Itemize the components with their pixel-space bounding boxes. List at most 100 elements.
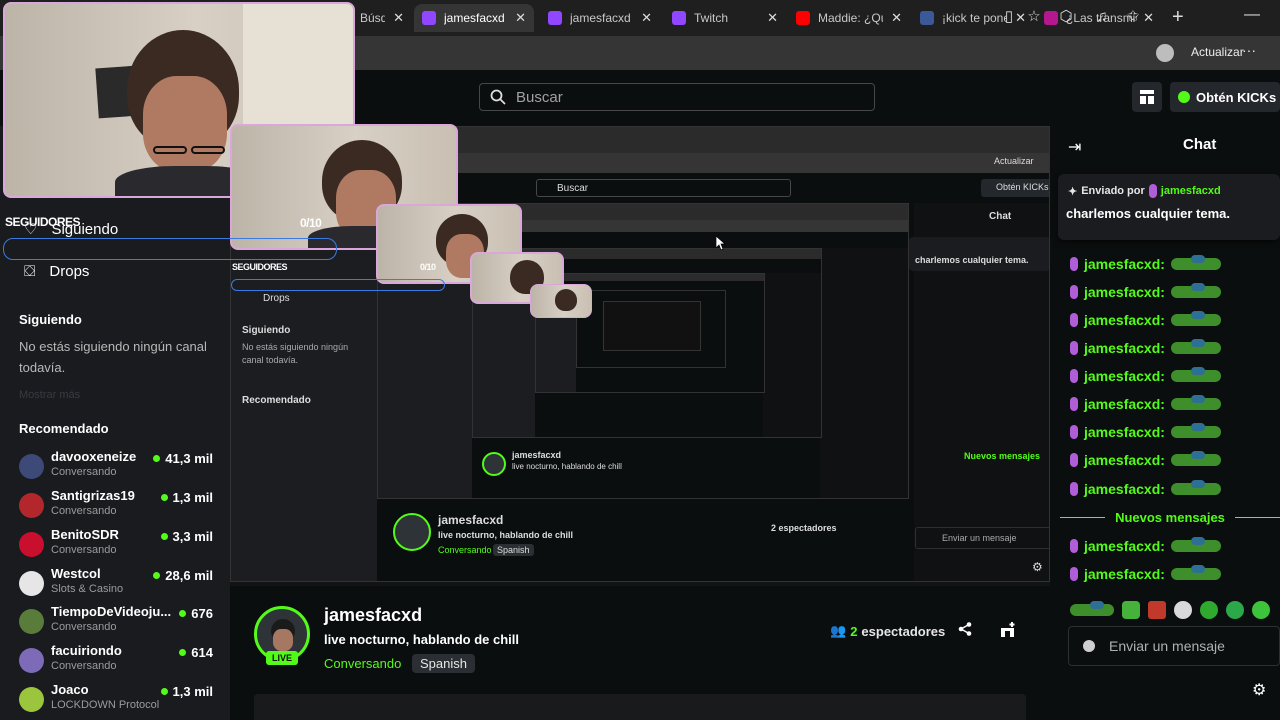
viewer-count-value: 2: [850, 623, 858, 639]
nested-search-placeholder: Buscar: [557, 183, 589, 194]
recommended-channel[interactable]: facuiriondo Conversando 614: [19, 643, 215, 679]
emote-icon[interactable]: [1200, 601, 1218, 619]
chat-username[interactable]: jamesfacxd:: [1084, 538, 1165, 554]
chat-input[interactable]: Enviar un mensaje: [1068, 626, 1280, 666]
chat-username[interactable]: jamesfacxd:: [1084, 452, 1165, 468]
no-following-text: No estás siguiendo ningún canal todavía.: [19, 339, 207, 375]
webcam-overlay: [530, 284, 592, 318]
viewer-count: 1,3 mil: [160, 684, 213, 699]
chat-username[interactable]: jamesfacxd:: [1084, 256, 1165, 272]
tab-label: jamesfacxd - Twitch: [570, 11, 633, 25]
emote-icon[interactable]: [1174, 601, 1192, 619]
extensions-icon[interactable]: ⬡: [1057, 8, 1075, 26]
tab-jamesfacxd[interactable]: jamesfacxd - Twitch ✕: [540, 4, 660, 32]
viewer-count: 614: [179, 645, 213, 660]
chat-username[interactable]: jamesfacxd:: [1084, 396, 1165, 412]
nested-kicks-label: Obtén KICKs: [996, 182, 1049, 192]
sidebar-item-drops[interactable]: ⛋ Drops: [24, 263, 89, 280]
kick-icon: [1178, 91, 1190, 103]
gear-icon[interactable]: ⚙: [1252, 680, 1266, 700]
media-icon[interactable]: ♫: [1093, 8, 1111, 26]
live-dot-icon: [160, 688, 168, 695]
chat-username[interactable]: jamesfacxd:: [1084, 284, 1165, 300]
recommended-channel[interactable]: Westcol Slots & Casino 28,6 mil: [19, 566, 215, 602]
browse-button[interactable]: [1132, 82, 1162, 112]
pinned-message[interactable]: ✦ Enviado por jamesfacxd charlemos cualq…: [1058, 174, 1280, 240]
nested-gear-icon: ⚙: [1032, 560, 1043, 574]
plus-icon[interactable]: +: [1172, 6, 1184, 29]
nested-channel-name: jamesfacxd: [438, 513, 504, 527]
new-messages-divider[interactable]: Nuevos mensajes: [1060, 509, 1280, 525]
chat-message[interactable]: jamesfacxd:: [1070, 422, 1221, 442]
recommended-channel[interactable]: Santigrizas19 Conversando 1,3 mil: [19, 488, 215, 524]
twitch-icon: [422, 11, 436, 25]
close-icon[interactable]: ✕: [515, 10, 526, 26]
chat-username[interactable]: jamesfacxd:: [1084, 340, 1165, 356]
options-icon[interactable]: [1000, 622, 1016, 641]
chat-username[interactable]: jamesfacxd:: [1084, 481, 1165, 497]
get-kicks-button[interactable]: Obtén KICKs: [1170, 82, 1280, 112]
chat-message[interactable]: jamesfacxd:: [1070, 310, 1221, 330]
star-icon[interactable]: ☆: [1025, 8, 1043, 26]
chat-message[interactable]: jamesfacxd:: [1070, 536, 1221, 556]
reader-icon[interactable]: ▯: [1000, 8, 1018, 26]
channel-name[interactable]: jamesfacxd: [324, 605, 422, 626]
tab-twitch[interactable]: Twitch ✕: [664, 4, 786, 32]
close-icon[interactable]: ✕: [641, 10, 652, 26]
live-dot-icon: [179, 649, 187, 656]
chat-username[interactable]: jamesfacxd:: [1084, 424, 1165, 440]
favorites-icon[interactable]: ✩: [1124, 8, 1142, 26]
chat-message[interactable]: jamesfacxd:: [1070, 282, 1221, 302]
stream-category[interactable]: Conversando: [324, 656, 401, 671]
chat-username[interactable]: jamesfacxd:: [1084, 368, 1165, 384]
chat-message[interactable]: jamesfacxd:: [1070, 564, 1221, 584]
channel-category: LOCKDOWN Protocol: [51, 699, 160, 711]
chat-username[interactable]: jamesfacxd:: [1084, 566, 1165, 582]
search-input[interactable]: Buscar: [479, 83, 875, 111]
chat-username[interactable]: jamesfacxd:: [1084, 312, 1165, 328]
show-more-link[interactable]: Mostrar más: [19, 389, 80, 401]
tab-jamesfacxd-active[interactable]: jamesfacxd - Twitch ✕: [414, 4, 534, 32]
more-icon[interactable]: ···: [1242, 42, 1256, 58]
viewer-count-value: 1,3 mil: [172, 684, 213, 699]
update-button[interactable]: Actualizar: [1191, 45, 1244, 59]
chat-message[interactable]: jamesfacxd:: [1070, 366, 1221, 386]
close-icon[interactable]: ✕: [393, 10, 404, 26]
tab-youtube[interactable]: Maddie: ¿Qué opinas? ✕: [788, 4, 910, 32]
collapse-chat-icon[interactable]: ⇥: [1068, 137, 1081, 157]
language-tag[interactable]: Spanish: [412, 654, 475, 673]
emote-icon[interactable]: [1226, 601, 1244, 619]
chat-message[interactable]: jamesfacxd:: [1070, 479, 1221, 499]
tab-busqueda[interactable]: Búsqueda ✕: [352, 4, 412, 32]
profile-avatar[interactable]: [1156, 44, 1174, 62]
close-icon[interactable]: ✕: [767, 10, 778, 26]
webcam-person-face: [143, 76, 227, 172]
emote-icon: [1170, 283, 1221, 298]
emote-icon: [1170, 565, 1221, 580]
emote-icon[interactable]: [1070, 601, 1114, 616]
recommended-channel[interactable]: BenitoSDR Conversando 3,3 mil: [19, 527, 215, 563]
viewer-count-value: 3,3 mil: [172, 529, 213, 544]
page-icon: [1044, 11, 1058, 25]
emote-icon[interactable]: [1252, 601, 1270, 619]
share-icon[interactable]: [958, 622, 972, 639]
emote-icon: [1170, 255, 1221, 270]
close-icon[interactable]: ✕: [1143, 10, 1154, 26]
chat-message[interactable]: jamesfacxd:: [1070, 254, 1221, 274]
chat-message[interactable]: jamesfacxd:: [1070, 394, 1221, 414]
emote-icon: [1170, 480, 1221, 495]
recommended-channel[interactable]: TiempoDeVideoju... Conversando 676: [19, 604, 215, 640]
recommended-channel[interactable]: davooxeneize Conversando 41,3 mil: [19, 449, 215, 485]
following-heading: Siguiendo: [19, 312, 82, 327]
emote-icon[interactable]: [1148, 601, 1166, 619]
chat-message[interactable]: jamesfacxd:: [1070, 450, 1221, 470]
emoji-icon[interactable]: [1083, 640, 1095, 652]
emote-icon[interactable]: [1122, 601, 1140, 619]
chat-message[interactable]: jamesfacxd:: [1070, 338, 1221, 358]
close-icon[interactable]: ✕: [891, 10, 902, 26]
nested-recommended-heading: Recomendado: [242, 395, 311, 406]
emote-icon: [1170, 451, 1221, 466]
nested-stream-title: live nocturno, hablando de chill: [438, 530, 574, 540]
recommended-channel[interactable]: Joaco LOCKDOWN Protocol 1,3 mil: [19, 682, 215, 718]
minimize-icon[interactable]: —: [1244, 6, 1260, 24]
